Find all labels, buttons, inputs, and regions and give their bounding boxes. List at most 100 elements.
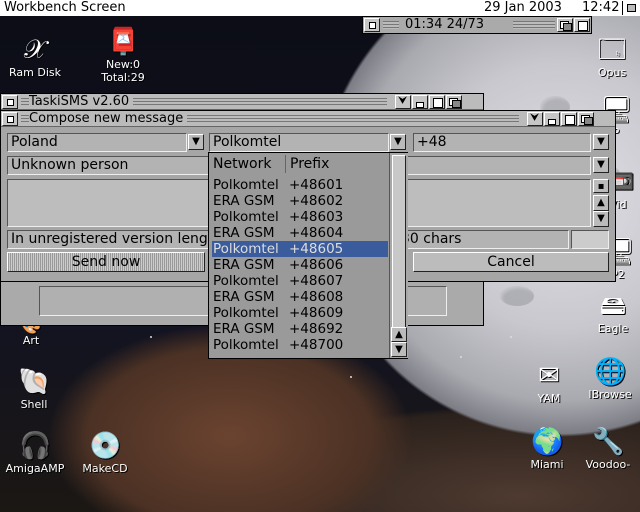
recipient-chooser-icon[interactable]: ▼ (593, 157, 609, 173)
taskisms-titlebar[interactable]: TaskiSMS v2.60 (1, 94, 483, 110)
list-item[interactable]: ERA GSM +48692 (212, 321, 388, 337)
list-item-network: Polkomtel (213, 273, 279, 289)
list-header: Network Prefix (212, 155, 388, 173)
header-network[interactable]: Network (213, 155, 271, 173)
list-item-prefix: +48602 (289, 193, 344, 209)
icon-amigaamp[interactable]: 🎧 AmigaAMP (0, 430, 70, 475)
list-item[interactable]: ERA GSM +48606 (212, 257, 388, 273)
chevron-down-icon[interactable] (527, 111, 543, 126)
amigaamp-icon: 🎧 (19, 431, 52, 461)
cancel-button[interactable]: Cancel (413, 252, 609, 272)
list-item[interactable]: ERA GSM +48604 (212, 225, 388, 241)
ibrowse-icon: 🌐 (594, 357, 627, 387)
scroll-down-icon[interactable]: ▼ (391, 342, 407, 357)
list-item-network: Polkomtel (213, 241, 279, 257)
yam-icon: ✉ (538, 361, 560, 391)
list-item[interactable]: Polkomtel +48609 (212, 305, 388, 321)
depth-icon[interactable] (446, 95, 462, 109)
list-item-prefix: +48605 (289, 241, 344, 257)
list-scrollbar[interactable]: ▲ ▼ (389, 153, 408, 358)
screen-depth-icon[interactable] (622, 1, 639, 15)
icon-voodoo[interactable]: 🔧 Voodoo- (576, 426, 640, 471)
icon-mailbox[interactable]: 📮 New:0 Total:29 (88, 26, 158, 84)
network-field[interactable]: Polkomtel (209, 133, 389, 152)
icon-miami[interactable]: 🌍 Miami (514, 426, 580, 471)
opus-icon: 🗔 (597, 35, 627, 65)
country-field[interactable]: Poland (7, 133, 187, 152)
list-item[interactable]: Polkomtel +48601 (212, 177, 388, 193)
icon-shell[interactable]: 🐚 Shell (0, 366, 68, 411)
header-prefix[interactable]: Prefix (285, 155, 329, 173)
country-chooser-icon[interactable]: ▼ (188, 134, 204, 150)
list-item-prefix: +48608 (289, 289, 344, 305)
list-item-network: ERA GSM (213, 289, 275, 305)
mailbox-icon: 📮 (107, 27, 140, 57)
list-item-network: ERA GSM (213, 225, 275, 241)
chevron-down-icon[interactable] (395, 94, 411, 109)
status-right: 30 chars (401, 231, 462, 247)
list-rows: Polkomtel +48601 ERA GSM +48602 Polkomtel +48… (212, 177, 388, 353)
list-item-prefix: +48700 (289, 337, 344, 353)
icon-makecd[interactable]: 💿 MakeCD (70, 430, 140, 475)
list-item[interactable]: Polkomtel +48605 (212, 241, 388, 257)
send-now-button[interactable]: Send now (7, 252, 205, 272)
icon-yam[interactable]: ✉ YAM (516, 360, 582, 405)
list-item-network: Polkomtel (213, 177, 279, 193)
depth-icon[interactable] (578, 112, 594, 126)
counter-field (571, 230, 609, 249)
shell-icon: 🐚 (18, 367, 51, 397)
list-item-network: Polkomtel (213, 209, 279, 225)
compose-titlebar[interactable]: Compose new message (1, 111, 615, 127)
compose-title: Compose new message (29, 111, 188, 126)
screen-title-bar: Workbench Screen 29 Jan 2003 12:42 (0, 0, 640, 17)
list-item-network: ERA GSM (213, 321, 275, 337)
eagle-icon: 🖴 (599, 291, 627, 321)
list-item-prefix: +48609 (289, 305, 344, 321)
network-dropdown-list[interactable]: Network Prefix Polkomtel +48601 ERA GSM +48… (208, 152, 408, 359)
list-item-network: ERA GSM (213, 193, 275, 209)
makecd-icon: 💿 (89, 431, 122, 461)
zoom-icon[interactable] (574, 18, 590, 32)
iconify-icon[interactable] (412, 95, 428, 109)
list-item[interactable]: Polkomtel +48603 (212, 209, 388, 225)
scroll-down-icon[interactable]: ▼ (593, 211, 609, 227)
prefix-field[interactable]: +48 (413, 133, 591, 152)
scroll-up-icon[interactable]: ▲ (391, 327, 407, 342)
status-left: In unregistered version length (11, 231, 223, 247)
close-icon[interactable] (2, 112, 18, 126)
scroll-up-icon[interactable]: ▲ (593, 195, 609, 211)
depth-icon[interactable] (557, 18, 573, 32)
list-item[interactable]: Polkomtel +48607 (212, 273, 388, 289)
screen-title: Workbench Screen (4, 0, 126, 15)
list-item-prefix: +48601 (289, 177, 344, 193)
close-icon[interactable] (364, 18, 380, 32)
list-item-prefix: +48603 (289, 209, 344, 225)
iconify-icon[interactable] (544, 112, 560, 126)
screen-date: 29 Jan 2003 (484, 0, 562, 15)
list-item-prefix: +48604 (289, 225, 344, 241)
list-item-network: ERA GSM (213, 257, 275, 273)
prefix-chooser-icon[interactable]: ▼ (593, 134, 609, 150)
list-item-prefix: +48607 (289, 273, 344, 289)
list-item-network: Polkomtel (213, 305, 279, 321)
list-item[interactable]: ERA GSM +48602 (212, 193, 388, 209)
zoom-icon[interactable] (561, 112, 577, 126)
list-item[interactable]: Polkomtel +48700 (212, 337, 388, 353)
taskisms-title: TaskiSMS v2.60 (29, 94, 134, 109)
scroll-knob[interactable] (392, 155, 406, 329)
voodoo-icon: 🔧 (592, 427, 625, 457)
network-chooser-icon[interactable]: ▼ (390, 134, 406, 150)
scroll-knob-icon[interactable]: ▪ (593, 179, 609, 193)
icon-eagle[interactable]: 🖴 Eagle (586, 290, 640, 335)
list-item[interactable]: ERA GSM +48608 (212, 289, 388, 305)
zoom-icon[interactable] (429, 95, 445, 109)
list-item-prefix: +48692 (289, 321, 344, 337)
icon-ibrowse[interactable]: 🌐 IBrowse (580, 356, 640, 401)
close-icon[interactable] (2, 95, 18, 109)
clock-window[interactable]: 01:34 24/73 (362, 16, 592, 34)
screen-time: 12:42 (582, 0, 620, 15)
icon-ram-disk[interactable]: 𝒳 Ram Disk (0, 34, 70, 79)
list-item-network: Polkomtel (213, 337, 279, 353)
list-item-prefix: +48606 (289, 257, 344, 273)
icon-opus[interactable]: 🗔 Opus (580, 34, 640, 79)
